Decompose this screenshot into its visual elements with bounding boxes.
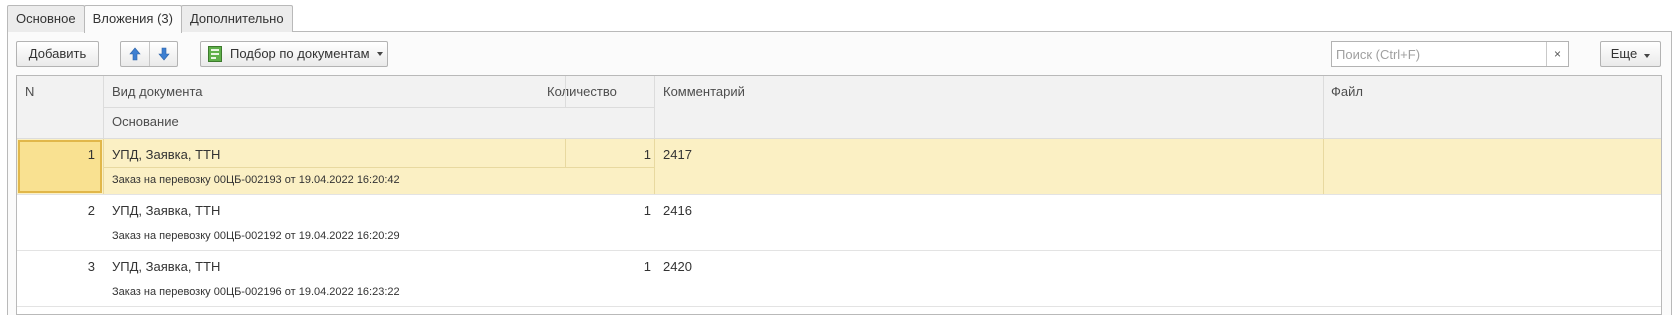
row-quantity: 1 — [643, 147, 651, 162]
move-down-button[interactable] — [149, 42, 177, 66]
table-header: N Вид документа Основание Количество Ком… — [17, 76, 1661, 139]
arrow-down-icon — [157, 47, 170, 61]
row-n: 3 — [87, 259, 95, 274]
tab-main[interactable]: Основное — [7, 5, 85, 32]
chevron-down-icon — [376, 52, 383, 56]
table-row[interactable]: 2 УПД, Заявка, ТТН 1 2416 Заказ на перев… — [17, 195, 1661, 251]
row-doc-type: УПД, Заявка, ТТН — [112, 147, 221, 162]
row-quantity: 1 — [643, 259, 651, 274]
search-box: × — [1331, 41, 1569, 67]
table-row[interactable]: 3 УПД, Заявка, ТТН 1 2420 Заказ на перев… — [17, 251, 1661, 307]
select-by-documents-button[interactable]: Подбор по документам — [200, 41, 388, 67]
header-doc-type[interactable]: Вид документа — [112, 84, 203, 99]
header-divider — [565, 76, 566, 107]
table-row[interactable]: 1 УПД, Заявка, ТТН 1 2417 Заказ на перев… — [17, 139, 1661, 195]
column-divider — [565, 139, 566, 167]
row-n: 2 — [87, 203, 95, 218]
row-doc-type: УПД, Заявка, ТТН — [112, 259, 221, 274]
search-input[interactable] — [1332, 42, 1547, 66]
tab-attachments[interactable]: Вложения (3) — [83, 5, 182, 33]
arrow-up-icon — [129, 47, 141, 61]
row-comment: 2416 — [663, 203, 692, 218]
header-quantity[interactable]: Количество — [547, 84, 617, 99]
row-comment: 2420 — [663, 259, 692, 274]
row-basis: Заказ на перевозку 00ЦБ-002196 от 19.04.… — [112, 286, 400, 298]
header-divider — [654, 76, 655, 139]
header-file[interactable]: Файл — [1331, 84, 1363, 99]
row-basis: Заказ на перевозку 00ЦБ-002192 от 19.04.… — [112, 230, 400, 242]
select-by-documents-label: Подбор по документам — [230, 46, 370, 61]
tab-bar: Основное Вложения (3) Дополнительно — [7, 5, 293, 33]
column-divider — [654, 139, 655, 194]
row-n: 1 — [87, 147, 95, 162]
row-divider — [103, 167, 654, 168]
tab-additional[interactable]: Дополнительно — [180, 5, 293, 32]
row-quantity: 1 — [643, 203, 651, 218]
document-icon — [208, 46, 222, 62]
more-button[interactable]: Еще — [1600, 41, 1661, 67]
header-comment[interactable]: Комментарий — [663, 84, 745, 99]
add-button[interactable]: Добавить — [16, 41, 99, 67]
move-up-button[interactable] — [121, 42, 149, 66]
header-basis[interactable]: Основание — [112, 114, 179, 129]
row-comment: 2417 — [663, 147, 692, 162]
more-label: Еще — [1610, 46, 1638, 61]
row-doc-type: УПД, Заявка, ТТН — [112, 203, 221, 218]
move-buttons — [120, 41, 178, 67]
header-divider — [1323, 76, 1324, 139]
chevron-down-icon — [1644, 54, 1651, 58]
column-divider — [1323, 139, 1324, 194]
attachments-table[interactable]: N Вид документа Основание Количество Ком… — [16, 75, 1662, 315]
header-n[interactable]: N — [25, 84, 34, 99]
row-basis: Заказ на перевозку 00ЦБ-002193 от 19.04.… — [112, 174, 400, 186]
clear-icon[interactable]: × — [1546, 42, 1568, 66]
header-divider — [103, 107, 654, 108]
